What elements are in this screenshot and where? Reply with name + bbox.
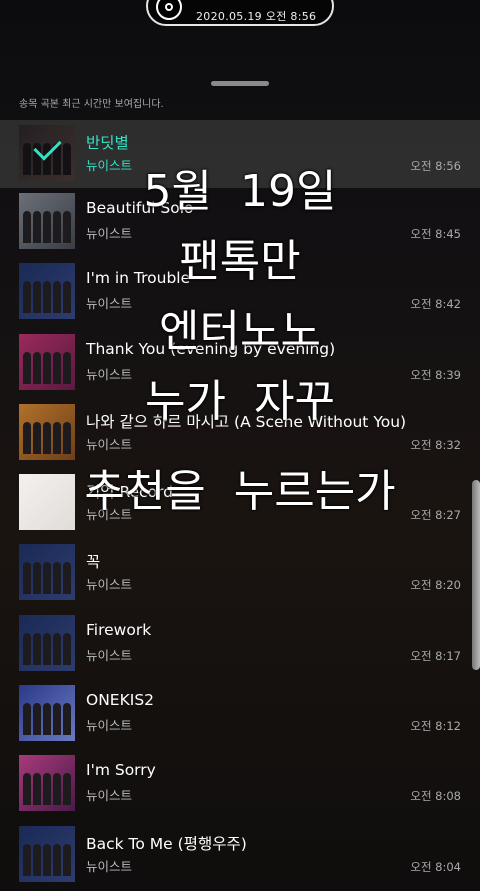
track-artist: 뉴이스트 [86, 788, 133, 804]
drag-handle[interactable] [211, 81, 269, 86]
album-art [19, 755, 75, 812]
album-art [19, 333, 75, 390]
album-art [19, 685, 75, 742]
scrollbar[interactable] [472, 480, 480, 670]
played-time: 오전 8:56 [410, 159, 461, 173]
album-art [19, 193, 75, 249]
now-playing-pill[interactable]: 2020.05.19 오전 8:56 [146, 0, 334, 26]
track-title: I'm Sorry [86, 761, 156, 780]
track-title: 기억 Record [86, 483, 174, 502]
track-artist: 뉴이스트 [86, 577, 133, 593]
track-row[interactable]: 반딧별뉴이스트 오전 8:56 [0, 120, 480, 188]
played-time: 오전 8:08 [410, 789, 461, 804]
track-artist: 뉴이스트 [86, 858, 133, 874]
track-artist: 뉴이스트 [86, 647, 133, 663]
track-title: 나와 같으 하르 마시고 (A Scene Without You) [86, 412, 407, 431]
played-time: 오전 8:45 [410, 227, 461, 241]
track-row[interactable]: I'm Sorry 뉴이스트 오전 8:08 [0, 750, 480, 820]
track-title: 꼭 [86, 553, 101, 572]
track-artist: 뉴이스트 [86, 366, 133, 382]
played-time: 오전 8:12 [410, 719, 461, 734]
track-title: ONEKIS2 [86, 691, 155, 710]
track-artist: 뉴이스트 [86, 296, 133, 312]
track-list: 반딧별 뉴이스트 오전 8:56 Beautiful Solo 뉴이스트 오전 8:45 I… [0, 120, 480, 891]
track-row[interactable]: 꼭뉴이스트 오전 8:20 [0, 539, 480, 609]
track-row[interactable]: 나와 같으 하르 마시고 (A Scene Without You) 뉴이스트 오전… [0, 399, 480, 469]
played-time: 오전 8:32 [410, 437, 461, 452]
track-title: Firework [86, 620, 152, 639]
track-title: Beautiful Solo [86, 199, 194, 217]
played-time: 오전 8:42 [410, 297, 461, 312]
track-artist: 뉴이스트 [86, 226, 133, 241]
history-notice: 송목 곡본 최근 시간만 보여집니다. [19, 99, 164, 110]
album-art [19, 474, 75, 531]
track-row[interactable]: 기억 Record 뉴이스트 오전 8:27 [0, 469, 480, 539]
track-artist: 뉴이스트 [86, 158, 133, 173]
track-artist: 뉴이스트 [86, 507, 133, 523]
album-art [19, 825, 75, 882]
album-art [19, 403, 75, 460]
album-art [19, 544, 75, 601]
track-row[interactable]: Thank You (evening by evening) 뉴이스트 오전 8:3… [0, 329, 480, 399]
disc-icon [156, 0, 182, 20]
track-row[interactable]: I'm in Trouble 뉴이스트 오전 8:42 [0, 258, 480, 328]
played-time: 오전 8:20 [410, 578, 461, 593]
track-title: 반딧별 [86, 134, 129, 152]
status-date-time: 2020.05.19 오전 8:56 [196, 10, 317, 23]
played-time: 오전 8:27 [410, 508, 461, 523]
album-art [19, 125, 75, 181]
played-time: 오전 8:17 [410, 648, 461, 663]
album-art [19, 614, 75, 671]
track-artist: 뉴이스트 [86, 436, 133, 452]
played-time: 오전 8:04 [410, 859, 461, 874]
album-art [19, 263, 75, 320]
played-time: 오전 8:39 [410, 367, 461, 382]
track-row[interactable]: Beautiful Solo 뉴이스트 오전 8:45 [0, 188, 480, 258]
track-artist: 뉴이스트 [86, 718, 133, 734]
track-row[interactable]: ONEKIS2 뉴이스트 오전 8:12 [0, 680, 480, 750]
track-title: Thank You (evening by evening) [86, 339, 336, 358]
track-row[interactable]: Firework 뉴이스트 오전 8:17 [0, 610, 480, 680]
track-title: Back To Me (평행우주) [86, 834, 247, 853]
track-row[interactable]: Back To Me (평행우주) 뉴이스트 오전 8:04 [0, 821, 480, 891]
track-title: I'm in Trouble [86, 269, 191, 288]
